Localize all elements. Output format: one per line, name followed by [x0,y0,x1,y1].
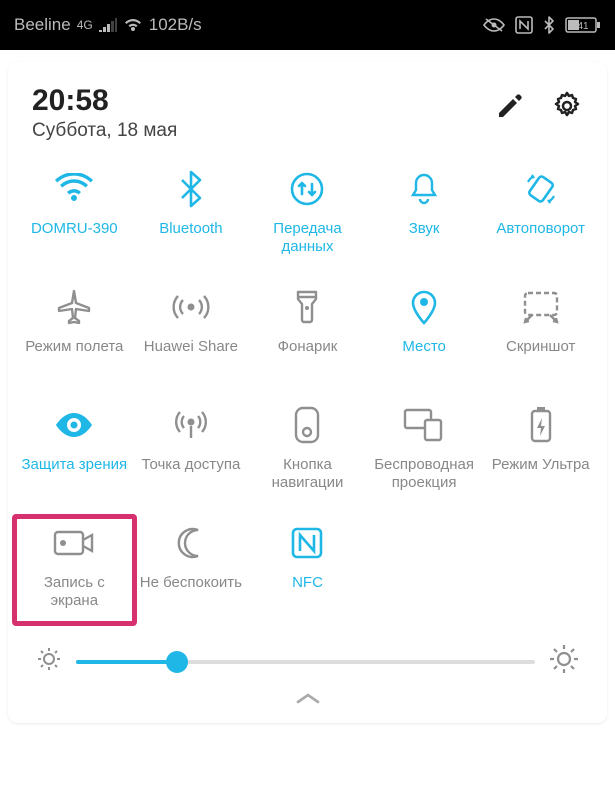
tile-location[interactable]: Место [366,288,483,384]
collapse-chevron-icon[interactable] [14,681,601,705]
edit-icon[interactable] [495,91,525,126]
tile-eyecomfort[interactable]: Защита зрения [16,406,133,502]
tile-label: DOMRU-390 [31,220,118,238]
tile-label: Автоповорот [496,220,585,238]
tile-navdot[interactable]: Кнопка навигации [249,406,366,502]
quick-settings-grid: DOMRU-390 Bluetooth Передача данных Звук [14,156,601,628]
bluetooth-status-icon [543,16,555,34]
quick-settings-panel: 20:58 Суббота, 18 мая DOMRU-390 [8,62,607,723]
autorotate-icon [522,170,560,213]
brightness-high-icon [549,644,579,679]
tile-flashlight[interactable]: Фонарик [249,288,366,384]
tile-label: Кнопка навигации [252,456,362,492]
tile-label: Huawei Share [144,338,238,356]
mobiledata-icon [289,171,325,212]
eye-icon [54,411,94,444]
navdot-icon [294,406,320,449]
brightness-low-icon [36,646,62,677]
tile-nfc[interactable]: NFC [249,524,366,620]
tile-label: Место [402,338,446,356]
tile-label: Передача данных [252,220,362,256]
svg-text:41: 41 [577,21,589,32]
battery-icon: 41 [565,16,601,34]
tile-screenrec[interactable]: Запись с экрана [16,524,133,620]
bluetooth-icon [179,170,203,213]
tile-label: Точка доступа [141,456,240,474]
tile-label: Звук [409,220,440,238]
tile-label: Скриншот [506,338,575,356]
tile-bluetooth[interactable]: Bluetooth [133,170,250,266]
wifi-status-icon [123,17,143,33]
clock-date[interactable]: Суббота, 18 мая [32,120,495,142]
tile-label: Не беспокоить [140,574,242,592]
tile-mobiledata[interactable]: Передача данных [249,170,366,266]
brightness-row [14,628,601,681]
tile-label: Защита зрения [21,456,127,474]
wifi-icon [54,173,94,210]
tile-label: Bluetooth [159,220,222,238]
data-rate: 102B/s [149,15,202,35]
tile-label: Фонарик [278,338,338,356]
tile-wifi[interactable]: DOMRU-390 [16,170,133,266]
tile-hotspot[interactable]: Точка доступа [133,406,250,502]
screen-record-icon [53,528,95,563]
tile-ultra[interactable]: Режим Ультра [482,406,599,502]
airplane-icon [55,288,93,331]
tile-dnd[interactable]: Не беспокоить [133,524,250,620]
nfc-status-icon [515,16,533,34]
status-bar: Beeline 4G 102B/s 41 [0,0,615,50]
dnd-moon-icon [174,526,208,565]
hotspot-icon [172,406,210,449]
location-icon [409,288,439,331]
battery-saver-icon [529,406,553,449]
eye-comfort-status-icon [483,17,505,33]
tile-cast[interactable]: Беспроводная проекция [366,406,483,502]
tile-label: Режим Ультра [492,456,590,474]
tile-label: Режим полета [25,338,123,356]
network-type: 4G [77,18,93,32]
tile-sound[interactable]: Звук [366,170,483,266]
nfc-icon [290,526,324,565]
tile-screenshot[interactable]: Скриншот [482,288,599,384]
tile-autorotate[interactable]: Автоповорот [482,170,599,266]
clock-time[interactable]: 20:58 [32,84,495,118]
bell-icon [407,171,441,212]
brightness-slider[interactable] [76,660,535,664]
screenshot-icon [522,290,560,329]
carrier-label: Beeline [14,15,71,35]
tile-airplane[interactable]: Режим полета [16,288,133,384]
settings-icon[interactable] [551,90,583,127]
tile-label: Беспроводная проекция [369,456,479,492]
tile-label: NFC [292,574,323,592]
huaweishare-icon [171,291,211,328]
signal-icon [99,18,117,32]
tile-label: Запись с экрана [19,574,129,610]
tile-huaweishare[interactable]: Huawei Share [133,288,250,384]
cast-icon [403,408,445,447]
flashlight-icon [294,288,320,331]
